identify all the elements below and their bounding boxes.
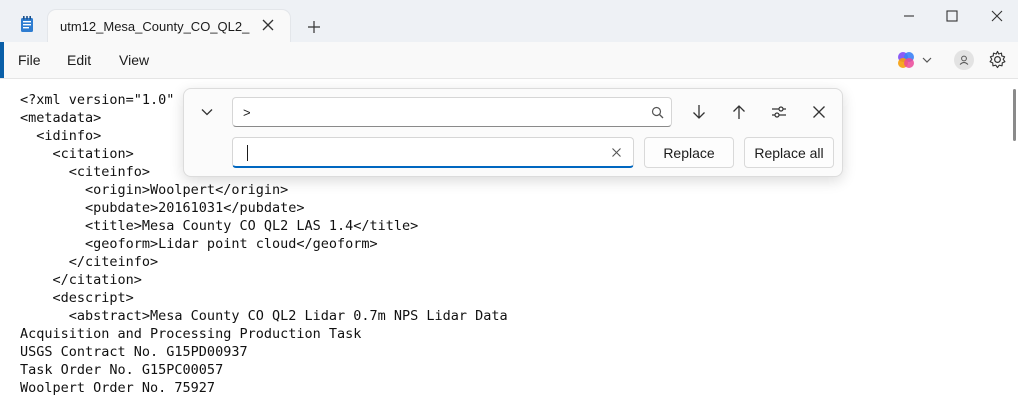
code-line: <descript> xyxy=(20,290,134,306)
chevron-down-icon[interactable] xyxy=(922,55,932,65)
code-line: <citation> xyxy=(20,146,134,162)
window-close-icon[interactable] xyxy=(989,8,1005,24)
find-input[interactable]: > xyxy=(232,97,672,127)
replace-all-button[interactable]: Replace all xyxy=(744,137,834,168)
code-line: <geoform>Lidar point cloud</geoform> xyxy=(20,236,378,252)
avatar[interactable] xyxy=(954,50,974,70)
code-line: <citeinfo> xyxy=(20,164,151,180)
search-icon xyxy=(651,106,664,119)
arrow-up-icon[interactable] xyxy=(730,103,748,121)
code-line: </citation> xyxy=(20,272,142,288)
menu-view[interactable]: View xyxy=(119,52,149,68)
code-line: <idinfo> xyxy=(20,128,102,144)
gear-icon[interactable] xyxy=(988,50,1007,69)
menu-bar: File Edit View xyxy=(0,42,1018,79)
code-line: Woolpert Order No. 75927 xyxy=(20,380,216,396)
menu-edit[interactable]: Edit xyxy=(67,52,91,68)
document-tab[interactable]: utm12_Mesa_County_CO_QL2_Lida xyxy=(48,10,290,43)
code-line: <title>Mesa County CO QL2 LAS 1.4</title… xyxy=(20,218,419,234)
code-line: <metadata> xyxy=(20,110,102,126)
menu-file[interactable]: File xyxy=(18,52,41,68)
close-icon[interactable] xyxy=(261,18,275,32)
chevron-down-icon[interactable] xyxy=(200,105,214,119)
clear-icon[interactable] xyxy=(611,147,622,158)
copilot-icon[interactable] xyxy=(897,51,915,69)
window-edge-menu xyxy=(0,42,4,78)
arrow-down-icon[interactable] xyxy=(690,103,708,121)
code-line: <?xml version="1.0" e xyxy=(20,92,191,108)
code-line: USGS Contract No. G15PD00937 xyxy=(20,344,248,360)
options-icon[interactable] xyxy=(770,103,788,121)
find-input-value: > xyxy=(243,105,251,120)
vertical-scrollbar[interactable] xyxy=(1013,89,1016,141)
replace-input[interactable] xyxy=(232,137,634,168)
avatar-icon xyxy=(959,55,969,65)
minimize-icon[interactable] xyxy=(901,8,917,24)
notepad-icon xyxy=(21,16,33,32)
text-caret xyxy=(247,145,248,161)
code-line: <abstract>Mesa County CO QL2 Lidar 0.7m … xyxy=(20,308,508,324)
code-line: Acquisition and Processing Production Ta… xyxy=(20,326,362,342)
code-line: <origin>Woolpert</origin> xyxy=(20,182,289,198)
replace-button[interactable]: Replace xyxy=(644,137,734,168)
code-line: </citeinfo> xyxy=(20,254,159,270)
close-icon[interactable] xyxy=(810,103,828,121)
code-line: <pubdate>20161031</pubdate> xyxy=(20,200,305,216)
tab-title: utm12_Mesa_County_CO_QL2_Lida xyxy=(60,19,250,34)
title-bar: utm12_Mesa_County_CO_QL2_Lida xyxy=(0,0,1018,78)
find-replace-panel: > Replace Replace all xyxy=(183,88,843,177)
maximize-icon[interactable] xyxy=(944,8,960,24)
code-line: Task Order No. G15PC00057 xyxy=(20,362,224,378)
plus-icon[interactable] xyxy=(306,19,322,35)
